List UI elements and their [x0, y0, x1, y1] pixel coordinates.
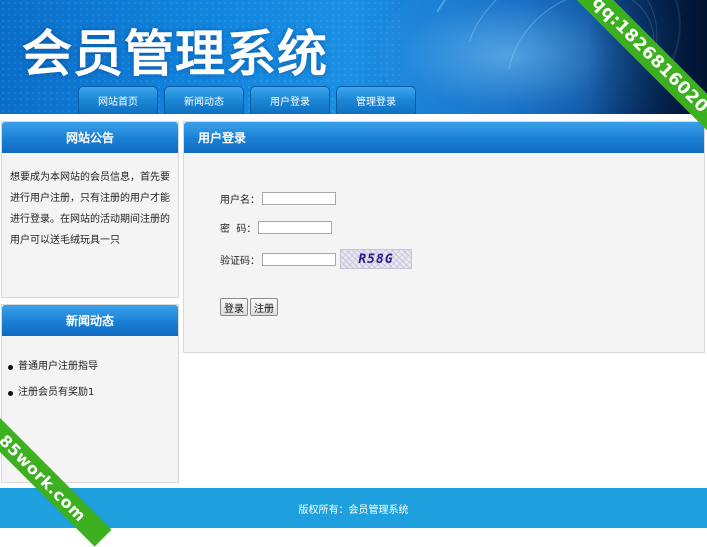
username-label: 用户名： [220, 195, 260, 206]
news-panel-title: 新闻动态 [2, 305, 178, 336]
login-panel: 用户登录 用户名： 密 码： 验证码： R58G 登录 注册 [183, 121, 705, 353]
nav-tab-home[interactable]: 网站首页 [78, 86, 158, 114]
news-item-label[interactable]: 普通用户注册指导 [18, 354, 98, 380]
main-nav: 网站首页 新闻动态 用户登录 管理登录 [78, 86, 422, 114]
register-button[interactable]: 注册 [250, 298, 278, 316]
site-title: 会员管理系统 [22, 25, 328, 83]
nav-tab-news[interactable]: 新闻动态 [164, 86, 244, 114]
password-label: 密 码： [220, 224, 257, 235]
username-input[interactable] [262, 192, 336, 205]
login-button[interactable]: 登录 [220, 298, 248, 316]
bullet-icon [8, 364, 13, 370]
notice-panel-title: 网站公告 [2, 122, 178, 153]
captcha-row: 验证码： R58G [220, 249, 412, 269]
notice-panel: 网站公告 想要成为本网站的会员信息，首先要进行用户注册，只有注册的用户才能进行登… [1, 121, 179, 298]
copyright-text: 版权所有：会员管理系统 [298, 504, 409, 516]
username-row: 用户名： [220, 191, 336, 206]
news-list: 普通用户注册指导 注册会员有奖励1 [2, 336, 178, 406]
bullet-icon [8, 390, 13, 396]
news-item[interactable]: 普通用户注册指导 [8, 354, 178, 380]
nav-tab-admin-login[interactable]: 管理登录 [336, 86, 416, 114]
news-item-label[interactable]: 注册会员有奖励1 [18, 380, 94, 406]
captcha-label: 验证码： [220, 255, 260, 267]
captcha-input[interactable] [262, 252, 336, 266]
news-item[interactable]: 注册会员有奖励1 [8, 380, 178, 406]
login-panel-title: 用户登录 [184, 122, 704, 153]
notice-text: 想要成为本网站的会员信息，首先要进行用户注册，只有注册的用户才能进行登录。在网站… [10, 172, 170, 246]
nav-tab-user-login[interactable]: 用户登录 [250, 86, 330, 114]
password-input[interactable] [258, 221, 333, 234]
captcha-image[interactable]: R58G [340, 249, 412, 269]
password-row: 密 码： [220, 220, 333, 235]
site-footer: 版权所有：会员管理系统 [0, 488, 707, 528]
